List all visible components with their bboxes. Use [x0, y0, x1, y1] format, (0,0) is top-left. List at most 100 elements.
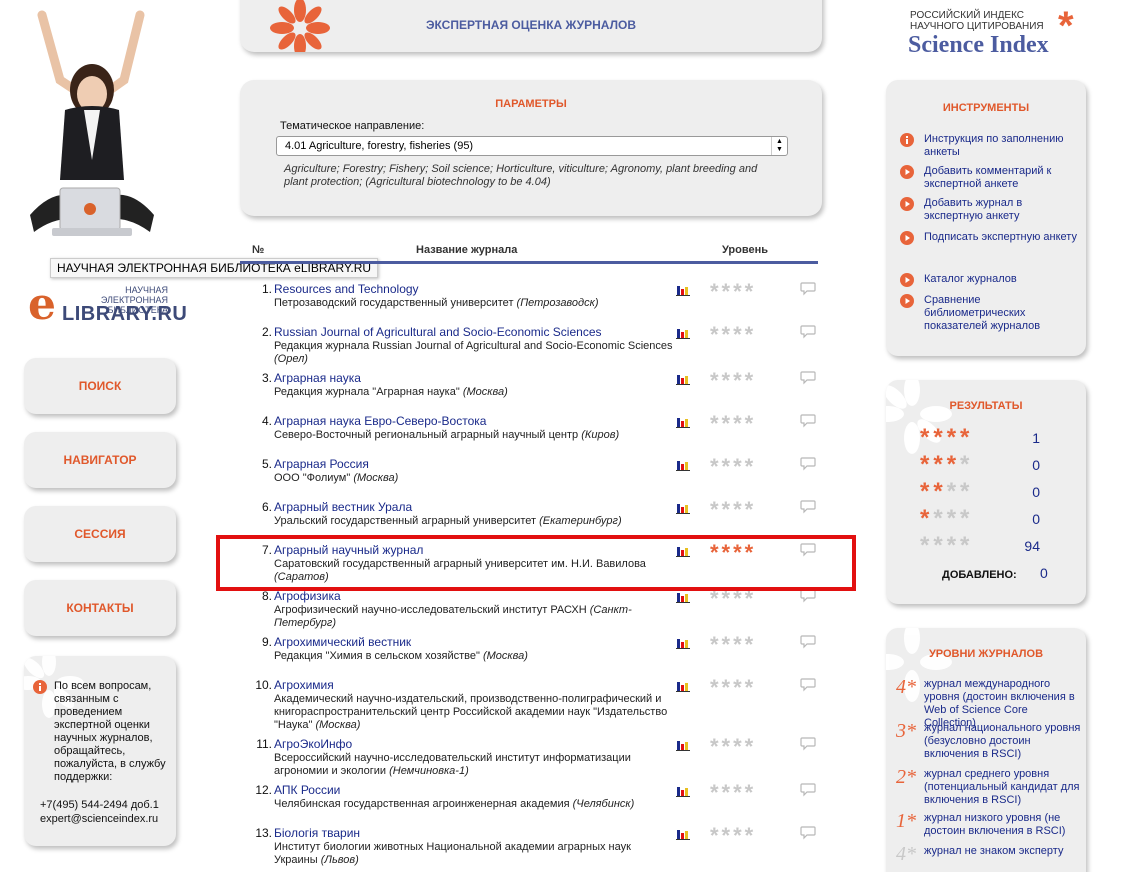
journal-publisher: Редакция журнала "Аграрная наука" (Москв… [274, 386, 674, 399]
contacts-button[interactable]: КОНТАКТЫ [24, 580, 176, 636]
comment-icon[interactable] [800, 414, 816, 428]
publisher-name: Редакция журнала Russian Journal of Agri… [274, 340, 673, 352]
bar-chart-icon[interactable] [676, 373, 690, 385]
level-description: журнал среднего уровня (потенциальный ка… [924, 768, 1080, 806]
journal-publisher: ООО "Фолиум" (Москва) [274, 472, 674, 485]
bar-chart-icon[interactable] [676, 739, 690, 751]
publisher-name: Петрозаводский государственный университ… [274, 297, 514, 309]
journal-name-link[interactable]: Агрохимический вестник [274, 635, 411, 649]
support-panel: По всем вопросам, связанным с проведение… [24, 656, 176, 846]
journal-publisher: Петрозаводский государственный университ… [274, 297, 674, 310]
elibrary-logo[interactable]: e НАУЧНАЯ ЭЛЕКТРОННАЯ БИБЛИОТЕКА LIBRARY… [28, 283, 187, 328]
level-mark: 3* [896, 720, 916, 742]
bar-chart-icon[interactable] [676, 545, 690, 557]
comment-icon[interactable] [800, 589, 816, 603]
col-num-header: № [252, 244, 265, 256]
result-stars: **** [920, 451, 974, 478]
level-mark: 4* [896, 676, 916, 698]
session-button[interactable]: СЕССИЯ [24, 506, 176, 562]
bar-chart-icon[interactable] [676, 637, 690, 649]
level-stars[interactable]: **** [710, 734, 756, 760]
row-number: 7. [261, 543, 272, 557]
publisher-city: (Москва) [462, 386, 508, 398]
bar-chart-icon[interactable] [676, 459, 690, 471]
publisher-city: (Челябинск) [572, 798, 635, 810]
publisher-name: ООО "Фолиум" [274, 472, 351, 484]
journal-name-link[interactable]: Агрохимия [274, 678, 334, 692]
journal-name-link[interactable]: АПК России [274, 783, 340, 797]
publisher-city: (Екатеринбург) [539, 515, 622, 527]
comment-icon[interactable] [800, 678, 816, 692]
bar-chart-icon[interactable] [676, 284, 690, 296]
bar-chart-icon[interactable] [676, 416, 690, 428]
row-number: 1. [261, 282, 272, 296]
subject-select[interactable]: 4.01 Agriculture, forestry, fisheries (9… [276, 136, 788, 156]
row-number: 11. [256, 737, 272, 751]
support-phone: +7(495) 544-2494 доб.1 [40, 799, 159, 811]
play-icon [900, 273, 914, 287]
journal-publisher: Редакция журнала Russian Journal of Agri… [274, 340, 674, 366]
journal-name-link[interactable]: Russian Journal of Agricultural and Soci… [274, 325, 602, 339]
journal-name-link[interactable]: Аграрный вестник Урала [274, 500, 412, 514]
comment-icon[interactable] [800, 826, 816, 840]
comment-icon[interactable] [800, 635, 816, 649]
level-mark: 4* [896, 843, 916, 865]
bar-chart-icon[interactable] [676, 785, 690, 797]
bar-chart-icon[interactable] [676, 680, 690, 692]
level-stars[interactable]: **** [710, 632, 756, 658]
level-stars[interactable]: **** [710, 675, 756, 701]
journal-name-link[interactable]: Аграрный научный журнал [274, 543, 423, 557]
level-stars[interactable]: **** [710, 454, 756, 480]
search-button[interactable]: ПОИСК [24, 358, 176, 414]
level-stars[interactable]: **** [710, 368, 756, 394]
row-number: 5. [261, 457, 272, 471]
level-stars[interactable]: **** [710, 586, 756, 612]
journal-name-link[interactable]: Аграрная наука [274, 371, 361, 385]
journal-name-link[interactable]: АгроЭкоИнфо [274, 737, 352, 751]
row-number: 12. [255, 783, 272, 797]
result-stars: **** [920, 424, 974, 451]
result-row: **** 0 [920, 478, 1070, 505]
journal-name-link[interactable]: Аграрная Россия [274, 457, 369, 471]
comment-icon[interactable] [800, 500, 816, 514]
result-count: 0 [1032, 484, 1040, 500]
level-stars[interactable]: **** [710, 497, 756, 523]
tool-label: Каталог журналов [924, 273, 1017, 285]
journal-name-link[interactable]: Агрофизика [274, 589, 341, 603]
journal-name-link[interactable]: Біологія тварин [274, 826, 360, 840]
tool-label: Добавить комментарий к экспертной анкете [924, 165, 1052, 190]
publisher-name: Северо-Восточный региональный аграрный н… [274, 429, 579, 441]
bar-chart-icon[interactable] [676, 327, 690, 339]
comment-icon[interactable] [800, 457, 816, 471]
level-stars[interactable]: **** [710, 279, 756, 305]
journal-publisher: Челябинская государственная агроинженерн… [274, 798, 674, 811]
comment-icon[interactable] [800, 325, 816, 339]
level-stars[interactable]: **** [710, 322, 756, 348]
publisher-name: Челябинская государственная агроинженерн… [274, 798, 570, 810]
comment-icon[interactable] [800, 543, 816, 557]
bar-chart-icon[interactable] [676, 828, 690, 840]
navigator-button[interactable]: НАВИГАТОР [24, 432, 176, 488]
journal-name-link[interactable]: Аграрная наука Евро-Северо-Востока [274, 414, 486, 428]
journal-name-link[interactable]: Resources and Technology [274, 282, 419, 296]
bar-chart-icon[interactable] [676, 591, 690, 603]
publisher-city: (Москва) [482, 650, 528, 662]
level-mark: 2* [896, 766, 916, 788]
science-index-logo[interactable]: РОССИЙСКИЙ ИНДЕКС НАУЧНОГО ЦИТИРОВАНИЯ S… [908, 4, 1108, 62]
publisher-name: Уральский государственный аграрный униве… [274, 515, 537, 527]
bar-chart-icon[interactable] [676, 502, 690, 514]
comment-icon[interactable] [800, 737, 816, 751]
level-stars[interactable]: **** [710, 823, 756, 849]
comment-icon[interactable] [800, 282, 816, 296]
publisher-city: (Немчиновка-1) [389, 765, 469, 777]
support-email[interactable]: expert@scienceindex.ru [40, 813, 158, 825]
comment-icon[interactable] [800, 371, 816, 385]
journal-publisher: Саратовский государственный аграрный уни… [274, 558, 674, 584]
science-index-brand: Science Index [908, 32, 1049, 58]
comment-icon[interactable] [800, 783, 816, 797]
level-stars[interactable]: **** [710, 780, 756, 806]
level-stars[interactable]: **** [710, 411, 756, 437]
level-stars[interactable]: **** [710, 540, 756, 566]
publisher-name: Редакция "Химия в сельском хозяйстве" [274, 650, 480, 662]
publisher-city: (Орел) [274, 353, 308, 365]
